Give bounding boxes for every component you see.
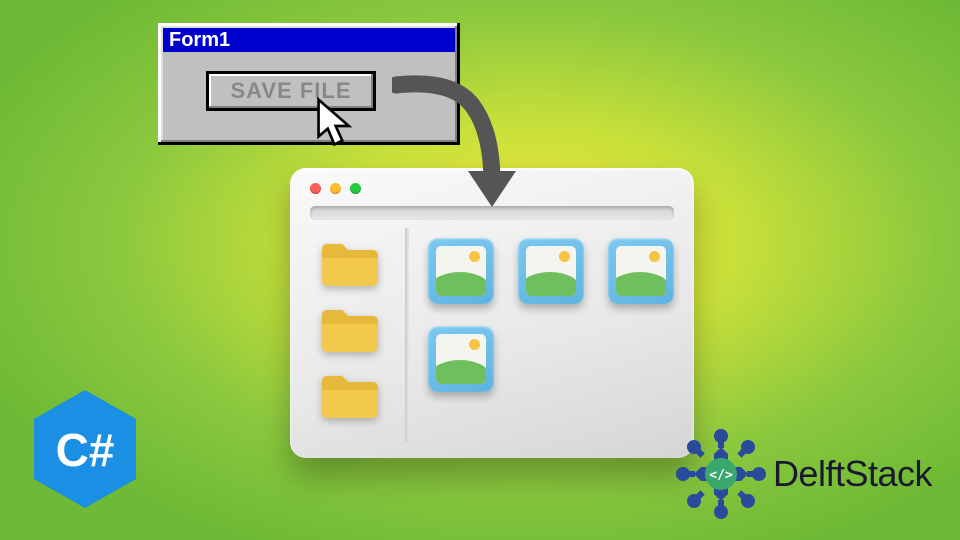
- svg-text:</>: </>: [709, 468, 733, 483]
- minimize-icon[interactable]: [330, 183, 341, 194]
- delftstack-logo: </> DelftStack: [675, 428, 932, 520]
- file-grid: [428, 238, 674, 392]
- image-file-icon[interactable]: [428, 326, 494, 392]
- image-file-icon[interactable]: [518, 238, 584, 304]
- close-icon[interactable]: [310, 183, 321, 194]
- csharp-logo-icon: C#: [30, 388, 140, 510]
- csharp-label: C#: [56, 424, 115, 476]
- folder-icon[interactable]: [318, 370, 380, 420]
- sidebar-folders: [318, 238, 380, 420]
- sidebar-divider: [405, 228, 409, 442]
- folder-icon[interactable]: [318, 238, 380, 288]
- maximize-icon[interactable]: [350, 183, 361, 194]
- image-file-icon[interactable]: [608, 238, 674, 304]
- delftstack-emblem-icon: </>: [675, 428, 767, 520]
- form1-title-text: Form1: [169, 29, 230, 51]
- image-file-icon[interactable]: [428, 238, 494, 304]
- delftstack-brand-text: DelftStack: [773, 453, 932, 495]
- folder-icon[interactable]: [318, 304, 380, 354]
- form1-titlebar: Form1: [163, 28, 455, 52]
- cursor-icon: [315, 97, 359, 155]
- arrow-icon: [392, 75, 522, 225]
- window-controls: [310, 183, 361, 194]
